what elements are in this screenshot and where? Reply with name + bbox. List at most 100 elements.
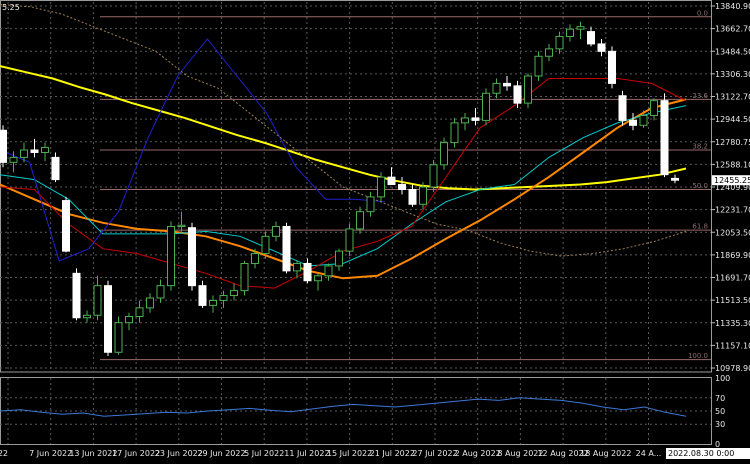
candle-body (219, 295, 228, 301)
candle-body (146, 297, 154, 309)
candle-body (125, 316, 133, 324)
candle-body (660, 100, 669, 176)
candle-body (167, 225, 175, 287)
x-tick-label: 29 Jun 2022 (197, 449, 245, 458)
y-tick-label: 11869.90 (715, 251, 750, 260)
candle-body (335, 250, 343, 267)
osc-tick-label: 30 (715, 420, 725, 429)
candle-body (471, 117, 480, 121)
x-tick-label: 13 Jun 2022 (69, 449, 117, 458)
candle-body (114, 322, 123, 353)
y-tick-label: 13122.70 (715, 93, 750, 102)
candle-body (419, 186, 427, 205)
candle-body (461, 117, 469, 124)
x-tick-label: 5 Jul 2022 (244, 449, 284, 458)
candle-body (209, 299, 217, 306)
y-tick-label: 10978.90 (715, 364, 750, 373)
candle-body (83, 314, 91, 319)
candle-body (398, 184, 406, 190)
candle-body (9, 156, 18, 163)
candle-body (62, 200, 70, 252)
candle-body (545, 48, 553, 57)
candle-body (20, 149, 28, 158)
candle-body (261, 235, 270, 255)
candle-body (629, 119, 637, 126)
y-tick-label: 11691.70 (715, 274, 750, 283)
symbol-corner-label: 5.25 (2, 3, 20, 12)
y-tick-label: 13840.90 (715, 2, 750, 11)
indicator-overlays (0, 4, 687, 289)
candle-body (576, 26, 585, 30)
candle-body (0, 129, 7, 163)
candle-body (230, 290, 238, 297)
candle-body (597, 43, 606, 52)
candle-body (93, 285, 102, 316)
y-tick-label: 11335.30 (715, 319, 750, 328)
x-tick-label: 21 Jul 2022 (370, 449, 415, 458)
y-tick-label: 13662.70 (715, 25, 750, 34)
oscillator-line (0, 397, 687, 417)
candlesticks (0, 21, 679, 356)
osc-tick-label: 70 (715, 394, 725, 403)
candle-body (440, 142, 448, 166)
oscillator-panel (0, 397, 711, 425)
candle-body (30, 149, 39, 153)
candle-body (251, 253, 259, 264)
y-tick-label: 12053.50 (715, 228, 750, 237)
x-tick-label: 2 Aug 2022 (455, 449, 501, 458)
candle-body (671, 177, 679, 181)
x-tick-label: 7 Jun 2022 (29, 449, 72, 458)
candle-body (272, 225, 280, 237)
candle-body (387, 176, 396, 186)
fib-level-label: 61.8 (692, 223, 708, 231)
candle-body (156, 285, 165, 299)
candle-body (513, 85, 522, 104)
candle-body (198, 285, 207, 306)
y-tick-label: 12588.10 (715, 160, 750, 169)
y-tick-label: 12780.75 (715, 138, 750, 147)
candle-body (608, 50, 616, 84)
candle-body (618, 95, 627, 121)
y-tick-label: 13484.50 (715, 47, 750, 56)
crosshair-date-label: 2022.08.30 0:00 (668, 449, 734, 458)
y-tick-label: 12944.50 (715, 115, 750, 124)
candle-body (408, 188, 417, 205)
candle-body (377, 176, 385, 198)
candle-body (324, 265, 333, 277)
x-tick-label: 24 A... (636, 449, 662, 458)
fib-level-label: 38.2 (692, 143, 708, 151)
fib-level-label: 23.6 (692, 92, 708, 100)
candle-body (135, 307, 144, 318)
candle-body (587, 31, 595, 45)
candle-body (356, 211, 364, 230)
candle-body (177, 224, 186, 227)
candle-body (492, 82, 501, 94)
candle-body (366, 196, 375, 213)
fib-level-label: 0.0 (697, 9, 708, 17)
candle-body (650, 100, 658, 116)
x-tick-label: 17 Jun 2022 (112, 449, 160, 458)
candle-body (188, 227, 196, 287)
candle-body (104, 285, 112, 353)
y-tick-label: 13306.30 (715, 70, 750, 79)
candle-body (503, 82, 511, 87)
y-tick-label: 11513.50 (715, 296, 750, 305)
fib-level-label: 100.0 (688, 352, 708, 360)
candle-body (51, 156, 60, 181)
x-tick-label: 2022 (0, 449, 8, 458)
candle-body (282, 225, 291, 272)
x-tick-label: 23 Jun 2022 (155, 449, 203, 458)
overlay-series-line (0, 105, 687, 267)
candle-body (240, 262, 249, 292)
price-chart[interactable]: 0.0 23.6 38.2 50.0 61.8 100.0 13840.90 13662.7… (0, 0, 750, 464)
candle-body (72, 272, 81, 319)
candle-body (450, 122, 459, 144)
y-tick-label: 11157.10 (715, 341, 750, 350)
candle-body (345, 228, 354, 252)
x-tick-label: 15 Jul 2022 (327, 449, 372, 458)
y-tick-label: 12231.70 (715, 206, 750, 215)
osc-tick-label: 50 (715, 407, 725, 416)
candle-body (534, 55, 543, 77)
candle-body (303, 262, 312, 282)
x-tick-label: 18 Aug 2022 (580, 449, 631, 458)
